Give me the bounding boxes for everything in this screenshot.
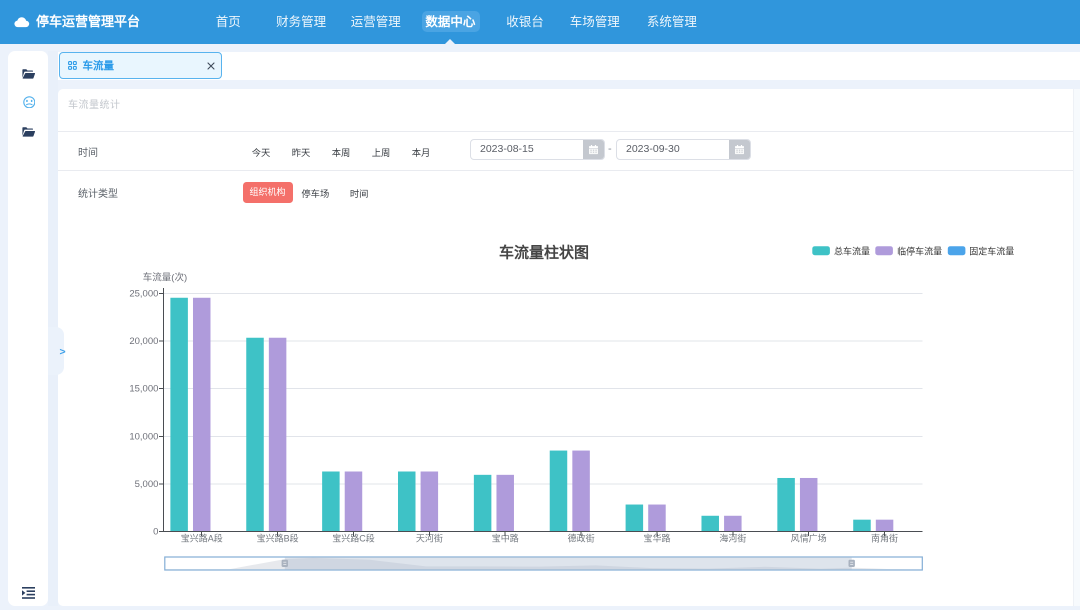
svg-text:车流量(次): 车流量(次) [143, 272, 187, 284]
svg-text:固定车流量: 固定车流量 [969, 245, 1014, 256]
svg-text:25,000: 25,000 [129, 289, 158, 300]
svg-text:0: 0 [153, 527, 158, 538]
svg-text:20,000: 20,000 [129, 336, 158, 347]
svg-text:5,000: 5,000 [135, 479, 159, 490]
svg-text:临停车流量: 临停车流量 [897, 245, 942, 256]
svg-text:15,000: 15,000 [129, 384, 158, 395]
svg-text:总车流量: 总车流量 [834, 245, 870, 256]
svg-text:车流量柱状图: 车流量柱状图 [499, 244, 589, 262]
svg-text:10,000: 10,000 [129, 431, 158, 442]
